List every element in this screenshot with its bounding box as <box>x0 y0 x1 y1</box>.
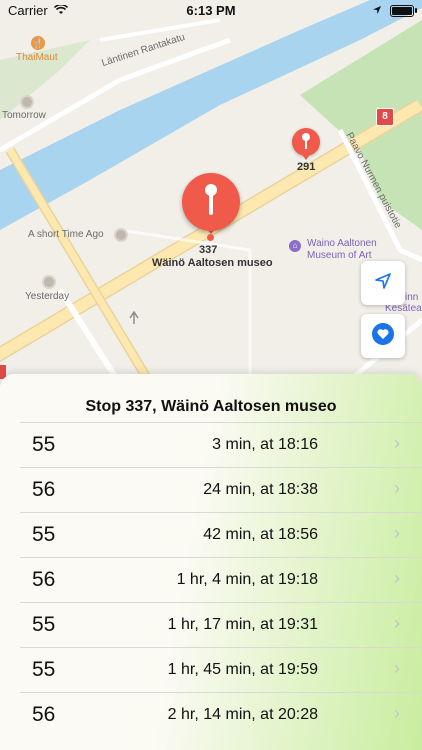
departure-row[interactable]: 55 1 hr, 17 min, at 19:31 › <box>20 602 422 647</box>
status-bar: Carrier 6:13 PM <box>0 0 422 22</box>
heart-icon <box>371 322 395 351</box>
departure-time: 24 min, at 18:38 <box>203 481 318 498</box>
stop-pin-small-tail <box>300 152 312 160</box>
battery-level <box>392 6 412 15</box>
locate-me-button[interactable] <box>361 261 405 305</box>
status-right <box>372 3 417 18</box>
battery-icon <box>390 4 417 17</box>
departures-panel: Stop 337, Wäinö Aaltosen museo 55 3 min,… <box>0 374 422 750</box>
departure-time: 1 hr, 45 min, at 19:59 <box>167 661 318 678</box>
poi-partial-label: inn <box>405 292 419 303</box>
stop-pin-dot <box>207 234 214 241</box>
map-view[interactable]: Läntinen Rantakatu Paavo Nurmen puistoti… <box>0 0 422 400</box>
favorite-button[interactable] <box>361 314 405 358</box>
chevron-right-icon: › <box>394 478 400 498</box>
status-time: 6:13 PM <box>186 3 236 18</box>
museum-icon[interactable]: ⌂ <box>289 240 301 252</box>
poi-marker-icon[interactable] <box>42 275 56 289</box>
museum-label[interactable]: Waino Aaltonen Museum of Art <box>307 238 377 262</box>
route-badge: 8 <box>376 108 394 126</box>
departure-route: 55 <box>32 433 56 456</box>
restaurant-icon[interactable]: 🍴 <box>31 36 45 50</box>
stop-name-selected: Wäinö Aaltosen museo <box>152 257 273 269</box>
poi-yesterday-label[interactable]: Yesterday <box>25 291 69 302</box>
departure-row[interactable]: 56 24 min, at 18:38 › <box>20 467 422 512</box>
chevron-right-icon: › <box>394 433 400 453</box>
departure-route: 55 <box>32 613 56 636</box>
departure-time: 42 min, at 18:56 <box>203 526 318 543</box>
departure-time: 1 hr, 4 min, at 19:18 <box>176 571 318 588</box>
departure-route: 56 <box>32 568 56 591</box>
departure-time: 2 hr, 14 min, at 20:28 <box>167 706 318 723</box>
panel-title: Stop 337, Wäinö Aaltosen museo <box>85 398 337 415</box>
chevron-right-icon: › <box>394 703 400 723</box>
chevron-right-icon: › <box>394 613 400 633</box>
poi-short-time-label[interactable]: A short Time Ago <box>28 229 104 240</box>
departures-list: 55 3 min, at 18:16 › 56 24 min, at 18:38… <box>20 422 422 737</box>
poi-marker-icon[interactable] <box>20 95 34 109</box>
departure-route: 56 <box>32 478 56 501</box>
poi-thai-label[interactable]: ThaiMaut <box>16 52 58 63</box>
chevron-right-icon: › <box>394 658 400 678</box>
stop-pin-selected[interactable] <box>182 173 240 231</box>
departure-route: 55 <box>32 523 56 546</box>
departure-time: 1 hr, 17 min, at 19:31 <box>167 616 318 633</box>
location-services-icon <box>372 3 382 18</box>
location-arrow-icon <box>373 271 393 296</box>
departure-row[interactable]: 55 1 hr, 45 min, at 19:59 › <box>20 647 422 692</box>
departure-time: 3 min, at 18:16 <box>212 436 318 453</box>
chevron-right-icon: › <box>394 523 400 543</box>
chevron-right-icon: › <box>394 568 400 588</box>
departure-route: 55 <box>32 658 56 681</box>
departure-row[interactable]: 56 2 hr, 14 min, at 20:28 › <box>20 692 422 737</box>
departure-row[interactable]: 56 1 hr, 4 min, at 19:18 › <box>20 557 422 602</box>
departure-route: 56 <box>32 703 56 726</box>
poi-marker-icon[interactable] <box>114 228 128 242</box>
museum-label-line1: Waino Aaltonen <box>307 238 377 249</box>
stop-number-selected: 337 <box>199 244 218 256</box>
departure-row[interactable]: 55 42 min, at 18:56 › <box>20 512 422 557</box>
poi-tomorrow-label[interactable]: Tomorrow <box>2 110 46 121</box>
stop-number-small: 291 <box>297 161 316 173</box>
departure-row[interactable]: 55 3 min, at 18:16 › <box>20 422 422 467</box>
